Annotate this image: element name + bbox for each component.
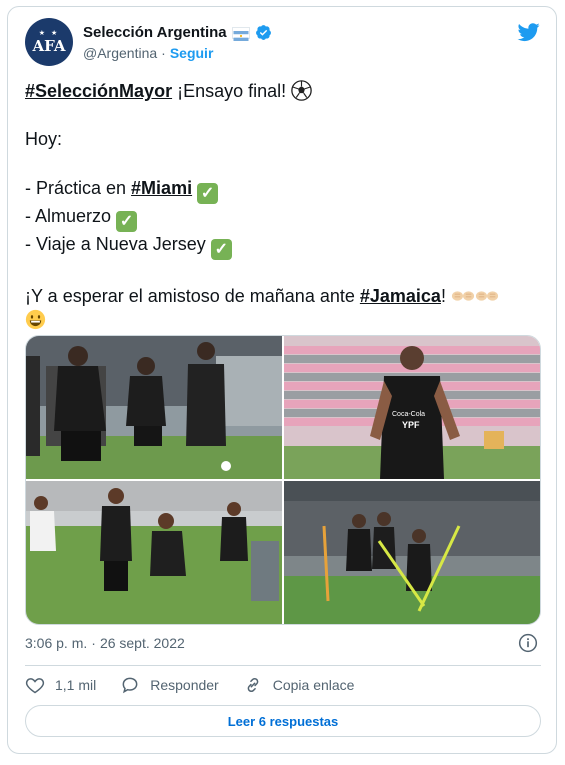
reply-bubble-icon <box>122 677 138 694</box>
photo-grid: YPF Coca-Cola <box>25 335 541 625</box>
tweet-timestamp[interactable]: 3:06 p. m. · 26 sept. 2022 <box>25 635 185 651</box>
tweet-item-2: - Almuerzo ✓ <box>25 204 545 232</box>
tweet-closing: ¡Y a esperar el amistoso de mañana ante … <box>25 284 545 333</box>
grinning-face-icon <box>25 309 46 330</box>
fist-bump-icon <box>451 290 475 301</box>
hashtag-seleccion-mayor[interactable]: #SelecciónMayor <box>25 81 172 101</box>
photo-training-group[interactable] <box>26 336 282 479</box>
photo-sponsor-text: YPF <box>402 420 420 430</box>
copy-link-button[interactable]: Copia enlace <box>243 675 355 695</box>
reply-label: Responder <box>150 677 219 693</box>
tweet-card: ★ ★ AFA Selección Argentina @Argentina ·… <box>7 6 557 754</box>
twitter-bird-icon[interactable] <box>517 21 541 43</box>
hashtag-miami[interactable]: #Miami <box>131 178 192 198</box>
hashtag-jamaica[interactable]: #Jamaica <box>360 286 441 306</box>
divider <box>25 665 541 666</box>
reply-button[interactable]: Responder <box>120 675 219 695</box>
avatar[interactable]: ★ ★ AFA <box>25 18 73 66</box>
verified-badge-icon <box>255 24 272 41</box>
read-replies-button[interactable]: Leer 6 respuestas <box>25 705 541 737</box>
like-button[interactable]: 1,1 mil <box>25 675 96 695</box>
heart-icon <box>25 678 45 694</box>
link-icon <box>247 677 259 693</box>
copy-link-label: Copia enlace <box>272 677 355 693</box>
photo-brand-text: Coca-Cola <box>392 411 425 418</box>
soccer-ball-icon <box>291 80 312 101</box>
photo-agility-drill[interactable] <box>284 481 540 624</box>
info-icon[interactable] <box>518 633 538 653</box>
argentina-flag-icon <box>231 26 250 41</box>
author-name-row: Selección Argentina <box>83 24 272 41</box>
author-handle-row: @Argentina · Seguir <box>83 45 213 61</box>
tweet-text: #SelecciónMayor ¡Ensayo final! Hoy: - Pr… <box>25 79 545 332</box>
check-mark-icon: ✓ <box>210 238 232 260</box>
follow-link[interactable]: Seguir <box>170 45 214 61</box>
photo-players-stretching[interactable] <box>26 481 282 624</box>
fist-bump-icon <box>475 290 499 301</box>
tweet-actions: 1,1 mil Responder Copia enlace <box>25 675 378 695</box>
handle-separator: · <box>161 45 166 61</box>
tweet-item-3: - Viaje a Nueva Jersey ✓ <box>25 232 545 260</box>
tweet-line-1: #SelecciónMayor ¡Ensayo final! <box>25 79 545 103</box>
tweet-date: 26 sept. 2022 <box>99 635 185 651</box>
like-count: 1,1 mil <box>55 677 97 693</box>
author-display-name[interactable]: Selección Argentina <box>83 24 227 41</box>
photo-player-running[interactable]: YPF Coca-Cola <box>284 336 540 479</box>
avatar-logo-text: AFA <box>32 37 66 55</box>
tweet-item-1: - Práctica en #Miami ✓ <box>25 176 545 204</box>
author-handle[interactable]: @Argentina <box>83 45 157 61</box>
check-mark-icon: ✓ <box>197 182 219 204</box>
tweet-time: 3:06 p. m. <box>25 635 88 651</box>
tweet-line-2: Hoy: <box>25 129 63 150</box>
check-mark-icon: ✓ <box>116 210 138 232</box>
timestamp-separator: · <box>91 635 96 651</box>
